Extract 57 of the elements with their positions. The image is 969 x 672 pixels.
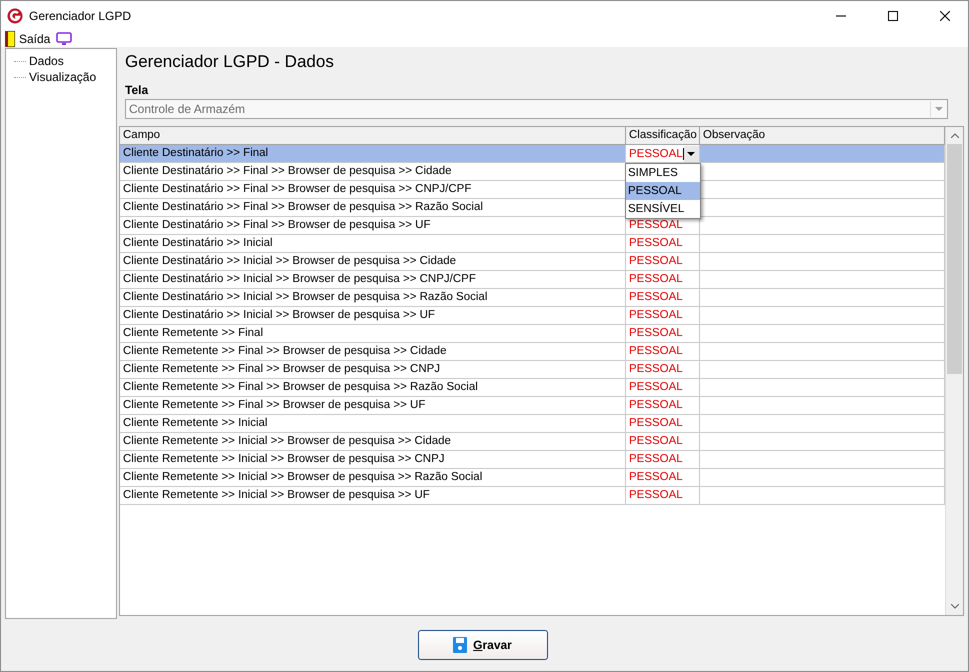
table-cell: PESSOAL	[626, 289, 700, 307]
page-heading: Gerenciador LGPD - Dados	[124, 51, 335, 73]
dropdown-option[interactable]: PESSOAL	[626, 182, 700, 200]
scrollbar[interactable]	[945, 127, 963, 615]
table-cell: Cliente Remetente >> Inicial >> Browser de pesquisa >> Razão Social	[120, 469, 626, 487]
table-cell: PESSOAL	[626, 415, 700, 433]
table-cell: PESSOAL	[626, 433, 700, 451]
table-cell: Cliente Remetente >> Inicial	[120, 415, 626, 433]
tree-item[interactable]: Visualização	[28, 70, 98, 84]
table-cell: PESSOAL	[626, 325, 700, 343]
caret-icon	[687, 152, 696, 156]
dropdown-option[interactable]: SENSÍVEL	[626, 200, 700, 218]
column-header[interactable]: Campo	[120, 127, 626, 145]
dropdown-option[interactable]: SIMPLES	[626, 164, 700, 182]
table-cell: Cliente Destinatário >> Final >> Browser de pesquisa >> Razão Social	[120, 199, 626, 217]
table-cell: Cliente Destinatário >> Final >> Browser de pesquisa >> Cidade	[120, 163, 626, 181]
table-cell: PESSOAL	[626, 361, 700, 379]
window-title: Gerenciador LGPD	[29, 9, 132, 23]
table-cell: PESSOAL	[626, 379, 700, 397]
close-icon	[940, 11, 950, 21]
table-cell: Cliente Remetente >> Final >> Browser de pesquisa >> CNPJ	[120, 361, 626, 379]
table-cell: Cliente Remetente >> Inicial >> Browser de pesquisa >> CNPJ	[120, 451, 626, 469]
app-logo-icon	[7, 8, 23, 24]
table-cell: Cliente Remetente >> Final >> Browser de pesquisa >> Cidade	[120, 343, 626, 361]
table-cell: Cliente Remetente >> Inicial >> Browser de pesquisa >> UF	[120, 487, 626, 505]
table-cell: PESSOAL	[626, 343, 700, 361]
table-cell: Cliente Destinatário >> Inicial >> Browser de pesquisa >> UF	[120, 307, 626, 325]
table-cell: Cliente Destinatário >> Final	[120, 145, 626, 163]
table-cell: PESSOAL	[626, 253, 700, 271]
column-header[interactable]: Classificação	[626, 127, 700, 145]
table-cell: Cliente Remetente >> Final >> Browser de pesquisa >> Razão Social	[120, 379, 626, 397]
table-cell: Cliente Destinatário >> Inicial	[120, 235, 626, 253]
table-cell: Cliente Destinatário >> Inicial >> Browser de pesquisa >> Cidade	[120, 253, 626, 271]
table-cell: Cliente Destinatário >> Inicial >> Browser de pesquisa >> CNPJ/CPF	[120, 271, 626, 289]
classification-select[interactable]: PESSOAL	[626, 145, 700, 163]
table-cell: Cliente Destinatário >> Final >> Browser de pesquisa >> CNPJ/CPF	[120, 181, 626, 199]
table-cell: Cliente Remetente >> Inicial >> Browser de pesquisa >> Cidade	[120, 433, 626, 451]
column-header[interactable]: Observação	[700, 127, 945, 145]
caret-icon	[935, 107, 943, 111]
table-cell: PESSOAL	[626, 451, 700, 469]
save-button[interactable]: Gravar	[418, 630, 548, 660]
monitor-icon[interactable]	[56, 32, 72, 46]
table-cell: PESSOAL	[626, 235, 700, 253]
table-cell: Cliente Destinatário >> Final >> Browser de pesquisa >> UF	[120, 217, 626, 235]
table-cell: PESSOAL	[626, 469, 700, 487]
table-cell: PESSOAL	[626, 271, 700, 289]
table-cell: PESSOAL	[626, 397, 700, 415]
table-cell: PESSOAL	[626, 307, 700, 325]
exit-menu-item[interactable]: Saída	[5, 31, 50, 47]
field-label: Tela	[124, 82, 150, 97]
maximize-icon	[888, 11, 898, 21]
table-cell: Cliente Remetente >> Final >> Browser de pesquisa >> UF	[120, 397, 626, 415]
table-cell: PESSOAL	[626, 487, 700, 505]
table-cell: Cliente Destinatário >> Inicial >> Browser de pesquisa >> Razão Social	[120, 289, 626, 307]
door-icon	[5, 31, 15, 47]
tree-item[interactable]: Dados	[28, 54, 65, 68]
table-cell: Cliente Remetente >> Final	[120, 325, 626, 343]
